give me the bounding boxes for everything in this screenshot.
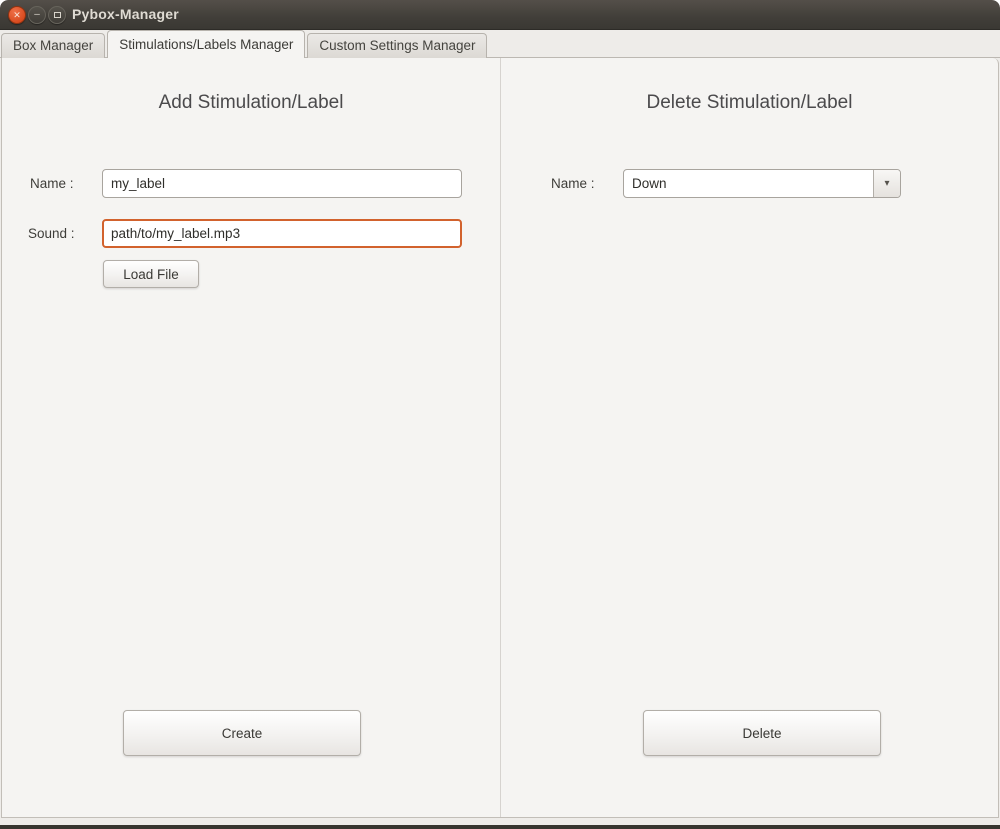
maximize-icon	[54, 12, 61, 18]
window-bottom-edge	[0, 825, 1000, 829]
add-sound-label: Sound :	[28, 219, 75, 248]
combobox-dropdown-button[interactable]: ▾	[873, 170, 900, 197]
close-button[interactable]: ✕	[8, 6, 26, 24]
tab-custom-settings-manager[interactable]: Custom Settings Manager	[307, 33, 487, 58]
titlebar: ✕ – Pybox-Manager	[0, 0, 1000, 30]
combobox-selected-value: Down	[624, 170, 873, 197]
window-title: Pybox-Manager	[72, 0, 179, 30]
load-file-button[interactable]: Load File	[103, 260, 199, 288]
chevron-down-icon: ▾	[884, 179, 889, 189]
create-button[interactable]: Create	[123, 710, 361, 756]
tab-stimulations-labels-manager[interactable]: Stimulations/Labels Manager	[107, 30, 305, 58]
name-input[interactable]	[102, 169, 462, 198]
tab-bar: Box Manager Stimulations/Labels Manager …	[0, 30, 1000, 58]
delete-name-label: Name :	[551, 169, 595, 198]
close-icon: ✕	[13, 11, 21, 20]
tab-content: Add Stimulation/Label Name : Sound : Loa…	[1, 58, 999, 818]
delete-button[interactable]: Delete	[643, 710, 881, 756]
delete-panel: Delete Stimulation/Label Name : Down ▾ D…	[501, 58, 998, 817]
sound-input[interactable]	[102, 219, 462, 248]
app-window: ✕ – Pybox-Manager Box Manager Stimulatio…	[0, 0, 1000, 829]
delete-panel-title: Delete Stimulation/Label	[501, 92, 998, 114]
maximize-button[interactable]	[48, 6, 66, 24]
minimize-icon: –	[34, 10, 40, 20]
name-combobox[interactable]: Down ▾	[623, 169, 901, 198]
add-panel-title: Add Stimulation/Label	[2, 92, 500, 114]
minimize-button[interactable]: –	[28, 6, 46, 24]
add-panel: Add Stimulation/Label Name : Sound : Loa…	[2, 58, 500, 817]
add-name-label: Name :	[30, 169, 74, 198]
tab-box-manager[interactable]: Box Manager	[1, 33, 105, 58]
